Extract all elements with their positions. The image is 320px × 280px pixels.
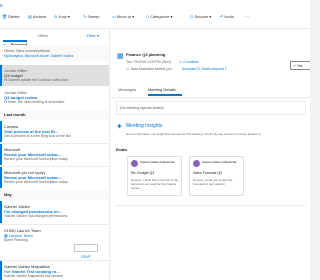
organizer-line: ☺ Sara Mazzarini invited you — [126, 67, 172, 71]
avatar — [193, 160, 200, 167]
other-preview: MyAnalytics; Microsoft Azure; Gabriel Va… — [4, 54, 74, 58]
tabs-divider — [110, 97, 310, 98]
card-sender: Gabriel Valdez Malpartida — [140, 160, 175, 164]
unread-indicator — [0, 167, 2, 188]
list-item[interactable]: Jordan Miller Q3 budget Hi Gabriel updat… — [0, 65, 109, 86]
app-name: s — [0, 3, 3, 9]
junk-button[interactable]: ⊘Junk ▾ — [54, 14, 70, 19]
tab-meeting-details[interactable]: Meeting Details — [148, 87, 176, 92]
list-item[interactable]: Gabriel Valdez I've changed permissions … — [0, 201, 109, 223]
calendar-event-icon: ▦ — [117, 53, 124, 60]
more-button[interactable]: ··· — [245, 14, 249, 19]
archive-button[interactable]: ▤Archive — [28, 14, 46, 19]
list-item[interactable]: Microsoft (do not reply) Renew your Micr… — [0, 167, 109, 188]
list-item[interactable]: Jordan Miller Q3 budget review Hi team, … — [0, 87, 109, 108]
conflicts-link[interactable]: ⚠ 2 conflicts — [179, 60, 199, 64]
list-item-preview: Renew your Microsoft Subscription today — [4, 180, 68, 184]
lightbulb-icon: ✦ — [116, 122, 123, 131]
list-item-preview: Hi team, the next meeting is scheduled — [4, 100, 65, 104]
agenda-box: (No meeting agenda added) — [116, 101, 306, 115]
insights-title: Meeting Insights — [126, 123, 163, 129]
tag-icon: ◇ — [146, 14, 150, 19]
card-snippet: Hi team, could you review the forecast f… — [193, 178, 233, 186]
sweep-button[interactable]: ✎Sweep — [83, 14, 100, 19]
reply-yes-button[interactable]: ✓ Yes — [290, 61, 310, 70]
lower-content — [116, 205, 306, 206]
command-bar: s 🗑Delete ▤Archive ⊘Junk ▾ ✎Sweep ▭Move … — [0, 0, 310, 29]
avatar — [131, 160, 138, 167]
other-summary[interactable]: Other: New conversations MyAnalytics; Mi… — [0, 45, 109, 61]
tab-messages[interactable]: Messages — [118, 87, 136, 92]
emails-label: Emails — [116, 148, 128, 152]
list-item-preview: Sprint Planning — [4, 238, 28, 242]
message-list: ✔ Focused Other Filter ▾ Other: New conv… — [0, 29, 110, 280]
move-icon: ▭ — [112, 14, 116, 19]
delete-button[interactable]: 🗑Delete — [2, 14, 20, 19]
sweep-icon: ✎ — [83, 14, 87, 19]
card-subject: Sales Forecast Q3 — [193, 171, 222, 175]
other-title: Other: New conversations — [4, 48, 51, 53]
list-item[interactable]: Microsoft Renew your Microsoft subsc... … — [0, 144, 109, 165]
rsvp-button[interactable]: RSVP — [74, 244, 98, 259]
list-item-preview: Gabriel Valdez has changed permissions — [4, 214, 68, 218]
reading-pane: ▦ Finance Q3 planning Thu 7/9/2020 2:00 … — [110, 29, 310, 280]
list-item-preview: Gabriel Valdez Malpartida has booked — [4, 274, 64, 278]
unread-indicator — [0, 144, 2, 165]
junk-icon: ⊘ — [54, 14, 58, 19]
group-header-may: May — [0, 190, 109, 200]
list-item[interactable]: X1050 Launch Team ▦ Launch Team Sprint P… — [0, 225, 109, 259]
event-time: Thu 7/9/2020 2:00 PM (30m) — [126, 60, 171, 64]
card-sender: Gabriel Valdez Malpartida — [202, 160, 237, 164]
archive-icon: ▤ — [28, 14, 32, 19]
categorize-button[interactable]: ◇Categorize ▾ — [146, 14, 173, 19]
snooze-button[interactable]: ◷Snooze ▾ — [190, 14, 211, 19]
list-item-preview: Renew your Microsoft Subscription today — [4, 157, 68, 161]
undo-button[interactable]: ↶Undo — [220, 14, 234, 19]
unread-indicator — [0, 261, 2, 280]
unread-indicator — [0, 121, 2, 142]
card-subject: Re: Budget Q3 — [131, 171, 155, 175]
list-item[interactable]: Gabriel Valdez Malpartida I've Gabriel T… — [0, 261, 109, 280]
event-title: Finance Q3 planning — [126, 52, 166, 57]
insights-description: Here's information you might find releva… — [126, 132, 262, 136]
selected-indicator — [0, 65, 2, 86]
undo-icon: ↶ — [220, 14, 224, 19]
clock-icon: ◷ — [190, 14, 194, 19]
unread-indicator — [0, 201, 2, 223]
list-item-preview: Get a preview of a new Bing look of the … — [4, 134, 71, 138]
group-header-last-month: Last month — [0, 110, 109, 120]
trash-icon: 🗑 — [2, 14, 8, 19]
tab-other[interactable]: Other — [38, 33, 48, 38]
list-item-preview: Hi Gabriel update the Contoso sales plan — [4, 78, 68, 82]
insight-email-card[interactable]: Gabriel Valdez Malpartida Re: Budget Q3 … — [127, 156, 182, 196]
list-item[interactable]: Cortana Your preview of the new Bi... Ge… — [0, 121, 109, 142]
card-snippet: Hi team, I think this is the link to the… — [131, 178, 179, 190]
attendance-summary[interactable]: Accepted 3, Didn't respond 1 — [182, 67, 227, 71]
move-to-button[interactable]: ▭Move to ▾ — [112, 14, 134, 19]
details-tab-underline — [148, 94, 182, 96]
focused-underline — [3, 40, 27, 42]
filter-button[interactable]: Filter ▾ — [87, 33, 99, 38]
insight-email-card[interactable]: Gabriel Valdez Malpartida Sales Forecast… — [189, 156, 244, 196]
